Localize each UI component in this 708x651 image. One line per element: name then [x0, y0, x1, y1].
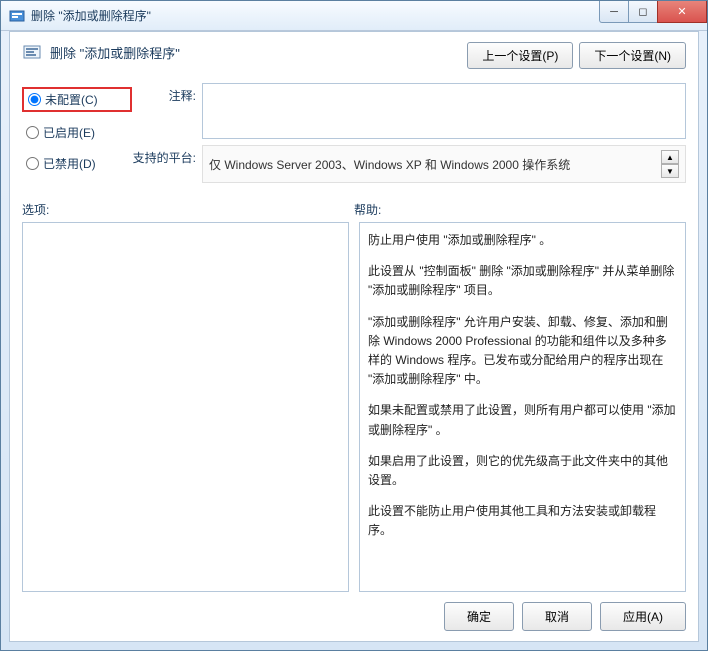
minimize-button[interactable]: ─	[599, 1, 629, 23]
platform-down-button[interactable]: ▼	[661, 164, 679, 178]
policy-icon	[22, 42, 42, 62]
help-paragraph: 防止用户使用 "添加或删除程序" 。	[368, 231, 677, 250]
comment-input[interactable]	[202, 83, 686, 139]
radio-enabled-label: 已启用(E)	[43, 124, 95, 141]
apply-button[interactable]: 应用(A)	[600, 602, 686, 631]
window-controls: ─ ◻ ✕	[600, 1, 707, 30]
radio-not-configured-label: 未配置(C)	[45, 91, 98, 108]
section-labels: 选项: 帮助:	[22, 201, 686, 218]
maximize-button[interactable]: ◻	[628, 1, 658, 23]
radio-disabled[interactable]: 已禁用(D)	[22, 153, 132, 174]
config-row: 未配置(C) 已启用(E) 已禁用(D) 注释: 支持的平台:	[22, 83, 686, 183]
radio-enabled[interactable]: 已启用(E)	[22, 122, 132, 143]
header-left: 删除 "添加或删除程序"	[22, 42, 467, 62]
radio-disabled-input[interactable]	[26, 157, 39, 170]
radio-not-configured[interactable]: 未配置(C)	[22, 87, 132, 112]
options-panel	[22, 222, 349, 592]
platform-up-button[interactable]: ▲	[661, 150, 679, 164]
options-label: 选项:	[22, 201, 354, 218]
comment-label: 注释:	[132, 83, 202, 104]
comment-field: 注释:	[132, 83, 686, 139]
radio-not-configured-input[interactable]	[28, 93, 41, 106]
close-button[interactable]: ✕	[657, 1, 707, 23]
platform-field: 支持的平台: 仅 Windows Server 2003、Windows XP …	[132, 145, 686, 183]
platform-label: 支持的平台:	[132, 145, 202, 166]
state-radios: 未配置(C) 已启用(E) 已禁用(D)	[22, 83, 132, 183]
page-title: 删除 "添加或删除程序"	[50, 43, 180, 62]
nav-buttons: 上一个设置(P) 下一个设置(N)	[467, 42, 686, 69]
platform-text: 仅 Windows Server 2003、Windows XP 和 Windo…	[209, 156, 661, 173]
footer-buttons: 确定 取消 应用(A)	[22, 602, 686, 631]
help-label: 帮助:	[354, 201, 381, 218]
header-row: 删除 "添加或删除程序" 上一个设置(P) 下一个设置(N)	[22, 42, 686, 69]
panels-row: 防止用户使用 "添加或删除程序" 。 此设置从 "控制面板" 删除 "添加或删除…	[22, 222, 686, 592]
help-paragraph: "添加或删除程序" 允许用户安装、卸载、修复、添加和删除 Windows 200…	[368, 313, 677, 390]
radio-enabled-input[interactable]	[26, 126, 39, 139]
help-paragraph: 如果启用了此设置，则它的优先级高于此文件夹中的其他设置。	[368, 452, 677, 490]
dialog-window: 删除 "添加或删除程序" ─ ◻ ✕ 删除 "添加或删除程序" 上一个设置(P)…	[0, 0, 708, 651]
platform-box: 仅 Windows Server 2003、Windows XP 和 Windo…	[202, 145, 686, 183]
next-setting-button[interactable]: 下一个设置(N)	[579, 42, 686, 69]
titlebar: 删除 "添加或删除程序" ─ ◻ ✕	[1, 1, 707, 31]
cancel-button[interactable]: 取消	[522, 602, 592, 631]
help-paragraph: 此设置从 "控制面板" 删除 "添加或删除程序" 并从菜单删除 "添加或删除程序…	[368, 262, 677, 300]
help-paragraph: 如果未配置或禁用了此设置，则所有用户都可以使用 "添加或删除程序" 。	[368, 401, 677, 439]
help-paragraph: 此设置不能防止用户使用其他工具和方法安装或卸载程序。	[368, 502, 677, 540]
window-title: 删除 "添加或删除程序"	[31, 7, 600, 24]
radio-disabled-label: 已禁用(D)	[43, 155, 96, 172]
previous-setting-button[interactable]: 上一个设置(P)	[467, 42, 573, 69]
app-icon	[9, 8, 25, 24]
ok-button[interactable]: 确定	[444, 602, 514, 631]
help-panel: 防止用户使用 "添加或删除程序" 。 此设置从 "控制面板" 删除 "添加或删除…	[359, 222, 686, 592]
fields: 注释: 支持的平台: 仅 Windows Server 2003、Windows…	[132, 83, 686, 183]
dialog-content: 删除 "添加或删除程序" 上一个设置(P) 下一个设置(N) 未配置(C) 已启…	[9, 31, 699, 642]
platform-updown: ▲ ▼	[661, 150, 679, 178]
